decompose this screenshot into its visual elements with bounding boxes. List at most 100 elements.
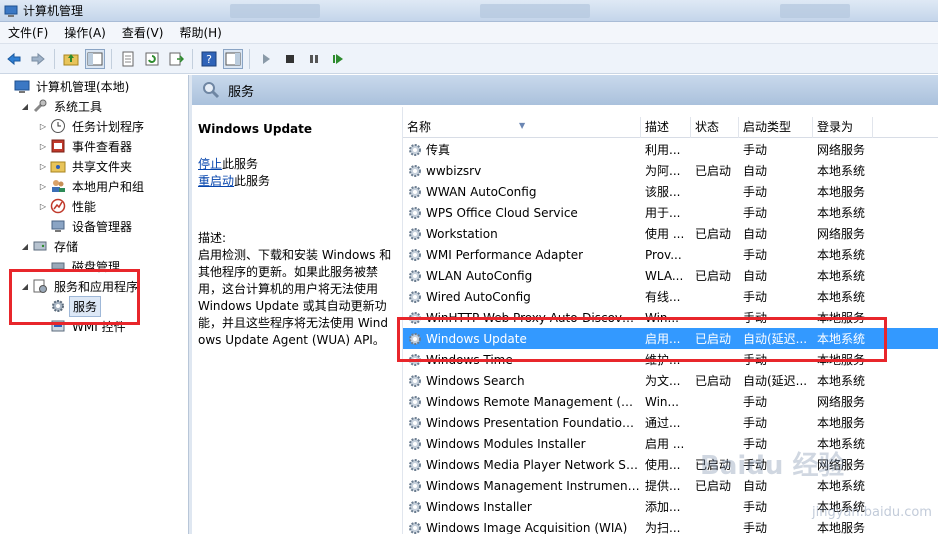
menu-item-1[interactable]: 操作(A) [56, 24, 114, 41]
service-logon-cell: 本地服务 [817, 311, 866, 325]
table-row[interactable]: WWAN AutoConfig 该服... 手动 本地服务 [403, 181, 938, 202]
column-header[interactable]: 启动类型 [739, 117, 813, 138]
service-name-cell: WPS Office Cloud Service [403, 205, 641, 221]
export-list-icon[interactable] [166, 49, 186, 69]
service-description-cell: 维护... [645, 353, 681, 367]
restart-service-icon[interactable] [328, 49, 348, 69]
expand-toggle-icon[interactable]: ▷ [38, 182, 48, 191]
show-hide-action-icon[interactable] [223, 48, 243, 69]
background-tab [230, 4, 320, 18]
service-gear-icon [409, 206, 421, 219]
tree-item[interactable]: 计算机管理(本地) [2, 76, 132, 96]
toolbar-separator [192, 48, 193, 69]
storage-icon [32, 238, 48, 254]
table-row[interactable]: Windows Management Instrumentation 提供... 已… [403, 475, 938, 496]
service-gear-icon [409, 290, 421, 303]
table-row[interactable]: Windows Presentation Foundation Font Cac… [403, 412, 938, 433]
expand-toggle-icon[interactable]: ▷ [38, 122, 48, 131]
refresh-icon[interactable] [142, 49, 162, 69]
column-header[interactable]: 状态 [691, 117, 739, 138]
tree-item[interactable]: 设备管理器 [38, 216, 135, 236]
menu-item-3[interactable]: 帮助(H) [171, 24, 229, 41]
expand-toggle-icon[interactable]: ◢ [20, 102, 30, 111]
column-header[interactable]: 描述 [641, 117, 691, 138]
tree-item[interactable]: ▷ 本地用户和组 [38, 176, 147, 196]
tree-item-label: 事件查看器 [72, 139, 133, 154]
forward-arrow-icon[interactable] [28, 49, 48, 69]
window-title: 计算机管理 [23, 4, 84, 18]
service-logon-cell: 本地系统 [817, 290, 866, 304]
help-icon[interactable]: ? [199, 49, 219, 69]
properties-icon[interactable] [118, 49, 138, 69]
service-logon-cell: 本地系统 [817, 374, 866, 388]
tree-item-label: 设备管理器 [72, 219, 133, 234]
tree-item[interactable]: WMI 控件 [38, 316, 129, 336]
table-row[interactable]: Windows Modules Installer 启用 ... 手动 本地系统 [403, 433, 938, 454]
expand-toggle-icon[interactable]: ▷ [38, 202, 48, 211]
expand-toggle-icon[interactable]: ◢ [20, 242, 30, 251]
service-description-cell: Win... [645, 310, 679, 325]
column-header[interactable]: 登录为 [813, 117, 873, 138]
service-name: WinHTTP Web Proxy Auto-Discovery Service [426, 310, 641, 325]
users-icon [50, 178, 66, 194]
table-row[interactable]: wwbizsrv 为阿... 已启动 自动 本地系统 [403, 160, 938, 181]
title-bar: 计算机管理 [0, 0, 938, 22]
menu-item-0[interactable]: 文件(F) [0, 24, 56, 41]
service-logon-cell: 本地系统 [817, 164, 866, 178]
table-row[interactable]: WinHTTP Web Proxy Auto-Discovery Service… [403, 307, 938, 328]
back-arrow-icon[interactable] [4, 49, 24, 69]
service-name: Windows Management Instrumentation [426, 478, 641, 493]
tree-item[interactable]: 磁盘管理 [38, 256, 123, 276]
table-row[interactable]: WPS Office Cloud Service 用于... 手动 本地系统 [403, 202, 938, 223]
table-row[interactable]: Windows Search 为文... 已启动 自动(延迟... 本地系统 [403, 370, 938, 391]
service-gear-icon [409, 311, 421, 324]
service-status-cell: 已启动 [695, 374, 732, 388]
service-startup-cell: 手动 [743, 185, 768, 199]
tree-item[interactable]: ▷ 性能 [38, 196, 99, 216]
service-startup-cell: 手动 [743, 290, 768, 304]
tree-item-label: 服务和应用程序 [54, 279, 139, 294]
table-row[interactable]: WMI Performance Adapter Prov... 手动 本地系统 [403, 244, 938, 265]
tree-item[interactable]: ▷ 任务计划程序 [38, 116, 147, 136]
column-header[interactable]: ▼ 名称 [403, 117, 641, 138]
tree-item[interactable]: ◢ 服务和应用程序 [20, 276, 141, 296]
pause-service-icon[interactable] [304, 49, 324, 69]
table-row[interactable]: WLAN AutoConfig WLA... 已启动 自动 本地系统 [403, 265, 938, 286]
table-row[interactable]: 传真 利用... 手动 网络服务 [403, 139, 938, 160]
table-row[interactable]: Windows Time 维护... 手动 本地服务 [403, 349, 938, 370]
service-name: Windows Installer [426, 499, 532, 514]
column-header-label: 描述 [645, 120, 670, 134]
service-gear-icon [409, 374, 421, 387]
tree-item[interactable]: ◢ 系统工具 [20, 96, 105, 116]
table-row[interactable]: Workstation 使用 ... 已启动 自动 网络服务 [403, 223, 938, 244]
service-description-cell: 为文... [645, 374, 681, 388]
expand-toggle-icon[interactable]: ◢ [20, 282, 30, 291]
tree-item-label: 磁盘管理 [72, 259, 121, 274]
expand-toggle-icon[interactable]: ▷ [38, 142, 48, 151]
up-folder-icon[interactable] [61, 49, 81, 69]
background-tab [780, 4, 850, 18]
menu-item-2[interactable]: 查看(V) [114, 24, 172, 41]
service-description-cell: 提供... [645, 479, 681, 493]
service-logon-cell: 网络服务 [817, 227, 866, 241]
restart-service-link[interactable]: 重启动 [198, 174, 234, 188]
tree-item[interactable]: ▷ 共享文件夹 [38, 156, 135, 176]
service-description-cell: 添加... [645, 500, 681, 514]
tree-item[interactable]: 服务 [38, 295, 102, 317]
service-title: Windows Update [198, 122, 313, 136]
table-row[interactable]: Windows Remote Management (WS-Management… [403, 391, 938, 412]
stop-service-icon[interactable] [280, 49, 300, 69]
computer-management-icon [4, 5, 18, 17]
service-description-cell: 利用... [645, 143, 681, 157]
table-row[interactable]: Windows Update 启用... 已启动 自动(延迟... 本地系统 [403, 328, 938, 349]
tree-item-label: 服务 [69, 295, 102, 317]
expand-toggle-icon[interactable]: ▷ [38, 162, 48, 171]
tree-item[interactable]: ◢ 存储 [20, 236, 81, 256]
stop-service-link[interactable]: 停止 [198, 157, 222, 171]
show-hide-tree-icon[interactable] [85, 48, 105, 69]
table-row[interactable]: Windows Media Player Network Sharing Ser… [403, 454, 938, 475]
service-startup-cell: 手动 [743, 311, 768, 325]
start-service-icon[interactable] [256, 49, 276, 69]
tree-item[interactable]: ▷ 事件查看器 [38, 136, 135, 156]
table-row[interactable]: Wired AutoConfig 有线... 手动 本地系统 [403, 286, 938, 307]
